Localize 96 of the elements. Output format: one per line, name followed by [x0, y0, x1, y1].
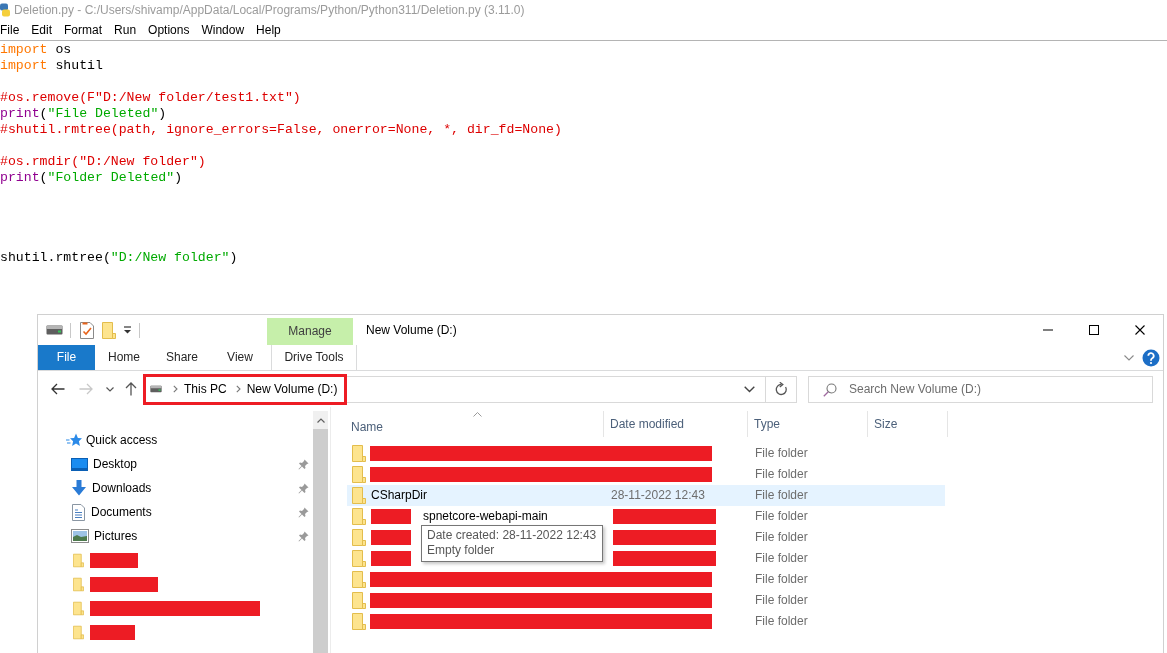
code-line: #os.rmdir("D:/New folder")	[0, 154, 206, 170]
code-line: print("File Deleted")	[0, 106, 167, 122]
close-icon	[1135, 325, 1145, 335]
document-icon	[72, 503, 85, 521]
menu-item[interactable]: Format	[64, 23, 103, 37]
file-menu-button[interactable]: File	[38, 345, 95, 370]
refresh-icon	[774, 382, 788, 396]
folder-icon	[73, 552, 84, 568]
code-line: print("Folder Deleted")	[0, 170, 183, 186]
folder-icon	[352, 466, 366, 483]
chevron-right-icon[interactable]	[235, 385, 241, 393]
drive-icon	[150, 385, 162, 393]
nav-item[interactable]: Pictures	[38, 524, 313, 548]
date-modified: 28-11-2022 12:43	[611, 488, 705, 503]
search-icon	[823, 382, 837, 397]
file-type: File folder	[755, 572, 808, 587]
code-line: #shutil.rmtree(path, ignore_errors=False, onerror=None, *, dir_fd=None)	[0, 122, 562, 138]
file-type: File folder	[755, 593, 808, 608]
column-header[interactable]: Size	[868, 411, 948, 437]
maximize-icon	[1089, 325, 1099, 335]
pin-icon[interactable]	[298, 482, 309, 494]
code-line: #os.remove(F"D:/New folder/test1.txt")	[0, 90, 301, 106]
code-line: import shutil	[0, 58, 103, 74]
column-header[interactable]: Type	[748, 411, 868, 437]
file-name: CSharpDir	[371, 488, 427, 503]
nav-item[interactable]: Documents	[38, 500, 313, 524]
folder-icon	[352, 550, 366, 567]
menu-item[interactable]: Help	[256, 23, 281, 37]
nav-item[interactable]: Quick access	[38, 428, 313, 452]
file-type: File folder	[755, 446, 808, 461]
file-type: File folder	[755, 509, 808, 524]
file-type: File folder	[755, 488, 808, 503]
pin-icon[interactable]	[298, 458, 309, 470]
column-header[interactable]: Name	[347, 411, 604, 437]
code-line: shutil.rmtree("D:/New folder")	[0, 250, 238, 266]
column-label: Type	[754, 416, 780, 432]
menu-item[interactable]: Options	[148, 23, 190, 37]
column-label: Date modified	[610, 416, 685, 432]
menu-item[interactable]: File	[0, 23, 20, 37]
menu-item[interactable]: Edit	[31, 23, 53, 37]
picture-icon	[71, 529, 89, 543]
redaction-bar	[371, 551, 411, 566]
file-row[interactable]: CSharpDir 28-11-2022 12:43 File folder	[347, 485, 945, 506]
arrow-down-icon	[71, 480, 87, 496]
column-label: Size	[874, 416, 898, 432]
address-bar[interactable]: This PC New Volume (D:)	[143, 375, 797, 403]
pin-icon[interactable]	[298, 506, 309, 518]
folder-icon	[352, 508, 366, 525]
file-name: spnetcore-webapi-main	[423, 509, 548, 524]
file-type: File folder	[755, 614, 808, 629]
chevron-down-icon[interactable]	[1124, 354, 1134, 361]
breadcrumb-link[interactable]: This PC	[184, 381, 227, 397]
menu-item[interactable]: Run	[114, 23, 137, 37]
breadcrumb-link[interactable]: New Volume (D:)	[246, 381, 338, 397]
column-label: Name	[351, 420, 383, 435]
folder-icon	[352, 571, 366, 588]
app-icon	[0, 3, 10, 17]
column-header[interactable]: Date modified	[604, 411, 748, 437]
folder-icon	[73, 576, 84, 592]
document-check-icon[interactable]	[80, 321, 94, 339]
file-type: File folder	[755, 530, 808, 545]
star-icon	[66, 433, 82, 447]
tooltip-text: Empty folder	[427, 543, 495, 558]
ribbon-tab[interactable]: Share	[153, 345, 211, 370]
redaction-bar	[371, 530, 411, 545]
chevron-down-icon	[743, 385, 755, 393]
folder-icon	[352, 487, 366, 504]
ribbon-tab[interactable]: Drive Tools	[271, 345, 357, 370]
help-icon[interactable]	[1142, 348, 1160, 367]
folder-icon	[352, 529, 366, 546]
contextual-tab-label: Manage	[267, 318, 353, 345]
drive-icon[interactable]	[46, 325, 63, 335]
monitor-icon	[71, 457, 88, 471]
window-title: New Volume (D:)	[366, 322, 457, 338]
window-title: Deletion.py - C:/Users/shivamp/AppData/Local/Programs/Python/Python311/Deletion.py (3.11.0)	[14, 2, 525, 18]
folder-icon	[352, 613, 366, 630]
code-line: import os	[0, 42, 72, 58]
ribbon-tab[interactable]: Home	[95, 345, 153, 370]
file-type: File folder	[755, 551, 808, 566]
file-type: File folder	[755, 467, 808, 482]
pin-icon[interactable]	[298, 530, 309, 542]
chevron-up-icon[interactable]	[316, 418, 325, 423]
nav-item[interactable]: Desktop	[38, 452, 313, 476]
menu-item[interactable]: Window	[201, 23, 245, 37]
chevron-right-icon[interactable]	[173, 385, 178, 393]
folder-icon	[73, 624, 84, 640]
folder-icon	[73, 600, 84, 616]
nav-item[interactable]: Downloads	[38, 476, 313, 500]
search-field[interactable]: Search New Volume (D:)	[808, 375, 1153, 403]
dropdown-icon[interactable]	[123, 326, 132, 334]
ribbon-tab[interactable]: View	[211, 345, 269, 370]
folder-icon[interactable]	[102, 321, 116, 339]
tooltip-text: Date created: 28-11-2022 12:43	[427, 528, 597, 543]
folder-icon	[352, 592, 366, 609]
redaction-bar	[371, 509, 411, 524]
folder-icon	[352, 445, 366, 462]
